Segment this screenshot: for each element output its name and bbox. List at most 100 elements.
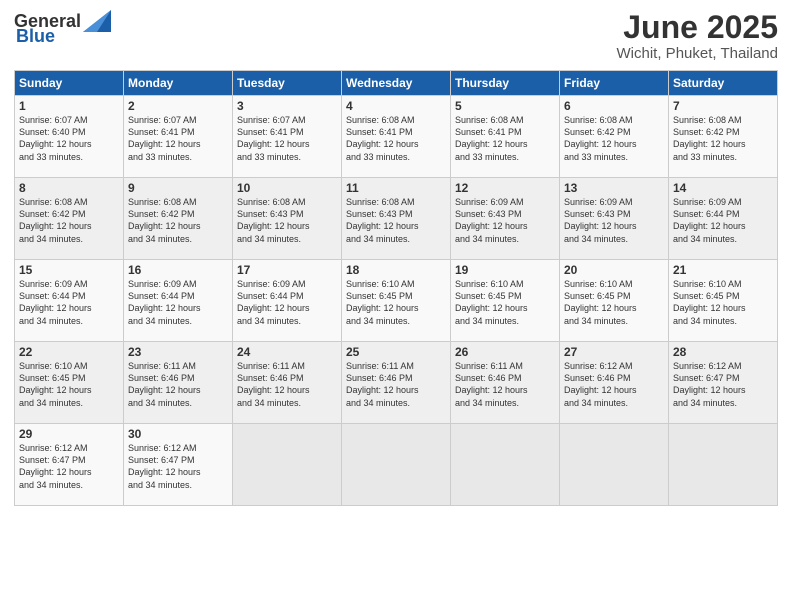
day-number: 9 (128, 181, 228, 195)
day-number: 17 (237, 263, 337, 277)
day-number: 16 (128, 263, 228, 277)
day-number: 5 (455, 99, 555, 113)
page-container: General Blue June 2025 Wichit, Phuket, T… (0, 0, 792, 516)
subtitle: Wichit, Phuket, Thailand (617, 45, 778, 62)
day-number: 26 (455, 345, 555, 359)
day-cell: 19Sunrise: 6:10 AMSunset: 6:45 PMDayligh… (451, 260, 560, 342)
day-cell: 5Sunrise: 6:08 AMSunset: 6:41 PMDaylight… (451, 96, 560, 178)
day-cell: 22Sunrise: 6:10 AMSunset: 6:45 PMDayligh… (15, 342, 124, 424)
day-number: 21 (673, 263, 773, 277)
day-detail: Sunrise: 6:08 AMSunset: 6:41 PMDaylight:… (455, 114, 555, 163)
day-number: 25 (346, 345, 446, 359)
day-cell: 7Sunrise: 6:08 AMSunset: 6:42 PMDaylight… (669, 96, 778, 178)
day-number: 23 (128, 345, 228, 359)
day-cell (560, 424, 669, 506)
day-detail: Sunrise: 6:07 AMSunset: 6:41 PMDaylight:… (237, 114, 337, 163)
day-cell: 15Sunrise: 6:09 AMSunset: 6:44 PMDayligh… (15, 260, 124, 342)
day-detail: Sunrise: 6:12 AMSunset: 6:47 PMDaylight:… (673, 360, 773, 409)
day-detail: Sunrise: 6:09 AMSunset: 6:43 PMDaylight:… (455, 196, 555, 245)
day-detail: Sunrise: 6:11 AMSunset: 6:46 PMDaylight:… (455, 360, 555, 409)
day-detail: Sunrise: 6:09 AMSunset: 6:44 PMDaylight:… (19, 278, 119, 327)
header-wednesday: Wednesday (342, 71, 451, 96)
day-detail: Sunrise: 6:08 AMSunset: 6:43 PMDaylight:… (346, 196, 446, 245)
day-number: 19 (455, 263, 555, 277)
day-detail: Sunrise: 6:10 AMSunset: 6:45 PMDaylight:… (564, 278, 664, 327)
day-detail: Sunrise: 6:10 AMSunset: 6:45 PMDaylight:… (346, 278, 446, 327)
day-cell: 2Sunrise: 6:07 AMSunset: 6:41 PMDaylight… (124, 96, 233, 178)
day-cell (233, 424, 342, 506)
week-row-0: 1Sunrise: 6:07 AMSunset: 6:40 PMDaylight… (15, 96, 778, 178)
day-cell: 16Sunrise: 6:09 AMSunset: 6:44 PMDayligh… (124, 260, 233, 342)
logo-blue: Blue (16, 26, 55, 47)
header-monday: Monday (124, 71, 233, 96)
day-cell: 9Sunrise: 6:08 AMSunset: 6:42 PMDaylight… (124, 178, 233, 260)
day-number: 2 (128, 99, 228, 113)
logo-icon (83, 10, 111, 32)
day-detail: Sunrise: 6:12 AMSunset: 6:47 PMDaylight:… (128, 442, 228, 491)
day-number: 13 (564, 181, 664, 195)
day-cell: 13Sunrise: 6:09 AMSunset: 6:43 PMDayligh… (560, 178, 669, 260)
day-number: 15 (19, 263, 119, 277)
day-cell: 18Sunrise: 6:10 AMSunset: 6:45 PMDayligh… (342, 260, 451, 342)
day-detail: Sunrise: 6:08 AMSunset: 6:43 PMDaylight:… (237, 196, 337, 245)
week-row-1: 8Sunrise: 6:08 AMSunset: 6:42 PMDaylight… (15, 178, 778, 260)
day-cell: 25Sunrise: 6:11 AMSunset: 6:46 PMDayligh… (342, 342, 451, 424)
day-cell: 10Sunrise: 6:08 AMSunset: 6:43 PMDayligh… (233, 178, 342, 260)
day-detail: Sunrise: 6:09 AMSunset: 6:44 PMDaylight:… (128, 278, 228, 327)
day-cell (451, 424, 560, 506)
day-detail: Sunrise: 6:12 AMSunset: 6:47 PMDaylight:… (19, 442, 119, 491)
day-cell: 29Sunrise: 6:12 AMSunset: 6:47 PMDayligh… (15, 424, 124, 506)
week-row-2: 15Sunrise: 6:09 AMSunset: 6:44 PMDayligh… (15, 260, 778, 342)
day-number: 18 (346, 263, 446, 277)
day-detail: Sunrise: 6:09 AMSunset: 6:44 PMDaylight:… (237, 278, 337, 327)
day-cell: 11Sunrise: 6:08 AMSunset: 6:43 PMDayligh… (342, 178, 451, 260)
day-cell: 1Sunrise: 6:07 AMSunset: 6:40 PMDaylight… (15, 96, 124, 178)
day-detail: Sunrise: 6:08 AMSunset: 6:42 PMDaylight:… (128, 196, 228, 245)
day-number: 22 (19, 345, 119, 359)
day-detail: Sunrise: 6:08 AMSunset: 6:42 PMDaylight:… (19, 196, 119, 245)
day-cell: 28Sunrise: 6:12 AMSunset: 6:47 PMDayligh… (669, 342, 778, 424)
day-cell: 3Sunrise: 6:07 AMSunset: 6:41 PMDaylight… (233, 96, 342, 178)
header-tuesday: Tuesday (233, 71, 342, 96)
main-title: June 2025 (617, 10, 778, 45)
logo: General Blue (14, 10, 111, 47)
day-cell: 30Sunrise: 6:12 AMSunset: 6:47 PMDayligh… (124, 424, 233, 506)
day-number: 3 (237, 99, 337, 113)
header-row: General Blue June 2025 Wichit, Phuket, T… (14, 10, 778, 62)
calendar-table: SundayMondayTuesdayWednesdayThursdayFrid… (14, 70, 778, 506)
day-number: 8 (19, 181, 119, 195)
day-detail: Sunrise: 6:11 AMSunset: 6:46 PMDaylight:… (128, 360, 228, 409)
day-cell: 26Sunrise: 6:11 AMSunset: 6:46 PMDayligh… (451, 342, 560, 424)
day-detail: Sunrise: 6:08 AMSunset: 6:41 PMDaylight:… (346, 114, 446, 163)
day-detail: Sunrise: 6:10 AMSunset: 6:45 PMDaylight:… (19, 360, 119, 409)
day-detail: Sunrise: 6:08 AMSunset: 6:42 PMDaylight:… (673, 114, 773, 163)
header-thursday: Thursday (451, 71, 560, 96)
day-cell: 21Sunrise: 6:10 AMSunset: 6:45 PMDayligh… (669, 260, 778, 342)
day-detail: Sunrise: 6:10 AMSunset: 6:45 PMDaylight:… (455, 278, 555, 327)
day-cell (669, 424, 778, 506)
day-cell (342, 424, 451, 506)
day-cell: 4Sunrise: 6:08 AMSunset: 6:41 PMDaylight… (342, 96, 451, 178)
day-cell: 23Sunrise: 6:11 AMSunset: 6:46 PMDayligh… (124, 342, 233, 424)
header-sunday: Sunday (15, 71, 124, 96)
title-block: June 2025 Wichit, Phuket, Thailand (617, 10, 778, 62)
day-number: 4 (346, 99, 446, 113)
day-number: 24 (237, 345, 337, 359)
day-number: 14 (673, 181, 773, 195)
day-detail: Sunrise: 6:12 AMSunset: 6:46 PMDaylight:… (564, 360, 664, 409)
day-detail: Sunrise: 6:11 AMSunset: 6:46 PMDaylight:… (346, 360, 446, 409)
day-number: 10 (237, 181, 337, 195)
day-cell: 17Sunrise: 6:09 AMSunset: 6:44 PMDayligh… (233, 260, 342, 342)
day-number: 11 (346, 181, 446, 195)
header-row-days: SundayMondayTuesdayWednesdayThursdayFrid… (15, 71, 778, 96)
day-cell: 12Sunrise: 6:09 AMSunset: 6:43 PMDayligh… (451, 178, 560, 260)
week-row-4: 29Sunrise: 6:12 AMSunset: 6:47 PMDayligh… (15, 424, 778, 506)
day-number: 29 (19, 427, 119, 441)
day-detail: Sunrise: 6:11 AMSunset: 6:46 PMDaylight:… (237, 360, 337, 409)
day-detail: Sunrise: 6:07 AMSunset: 6:41 PMDaylight:… (128, 114, 228, 163)
day-cell: 14Sunrise: 6:09 AMSunset: 6:44 PMDayligh… (669, 178, 778, 260)
day-number: 27 (564, 345, 664, 359)
day-number: 6 (564, 99, 664, 113)
day-cell: 6Sunrise: 6:08 AMSunset: 6:42 PMDaylight… (560, 96, 669, 178)
day-detail: Sunrise: 6:08 AMSunset: 6:42 PMDaylight:… (564, 114, 664, 163)
